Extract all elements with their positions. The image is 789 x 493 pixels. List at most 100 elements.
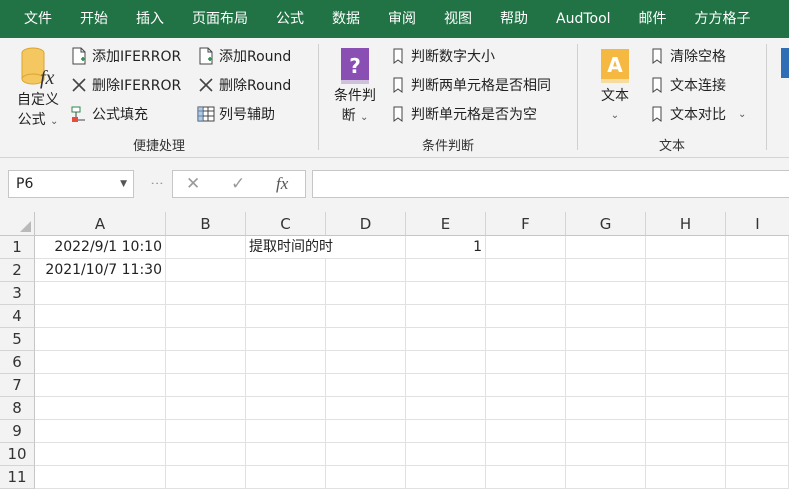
cell-a2[interactable]: 2021/10/7 11:30 xyxy=(35,259,166,282)
chevron-down-icon[interactable]: ⌄ xyxy=(738,109,746,120)
tab-fangfang-gezi[interactable]: 方方格子 xyxy=(681,0,765,38)
row-header-4[interactable]: 4 xyxy=(0,305,35,328)
cell-b8[interactable] xyxy=(166,397,246,420)
cell-b9[interactable] xyxy=(166,420,246,443)
cell-h6[interactable] xyxy=(646,351,726,374)
cell-e3[interactable] xyxy=(406,282,486,305)
row-header-7[interactable]: 7 xyxy=(0,374,35,397)
cell-b2[interactable] xyxy=(166,259,246,282)
cell-f5[interactable] xyxy=(486,328,566,351)
cell-g3[interactable] xyxy=(566,282,646,305)
name-box[interactable]: P6 ▼ xyxy=(8,170,134,198)
cell-c11[interactable] xyxy=(246,466,326,489)
column-header-b[interactable]: B xyxy=(166,212,246,236)
row-header-6[interactable]: 6 xyxy=(0,351,35,374)
cell-i10[interactable] xyxy=(726,443,789,466)
cell-f2[interactable] xyxy=(486,259,566,282)
cell-e7[interactable] xyxy=(406,374,486,397)
drag-handle-icon[interactable]: ⋮ xyxy=(149,177,164,189)
row-header-2[interactable]: 2 xyxy=(0,259,35,282)
cell-g2[interactable] xyxy=(566,259,646,282)
compare-two-cells-button[interactable]: 判断两单元格是否相同 xyxy=(389,73,551,97)
cell-e6[interactable] xyxy=(406,351,486,374)
column-header-a[interactable]: A xyxy=(35,212,166,236)
column-number-helper-button[interactable]: 列号辅助 xyxy=(197,102,275,126)
formula-fill-button[interactable]: 公式填充 xyxy=(70,102,148,126)
cell-f1[interactable] xyxy=(486,236,566,259)
cell-d1[interactable] xyxy=(326,236,406,259)
column-header-g[interactable]: G xyxy=(566,212,646,236)
tab-page-layout[interactable]: 页面布局 xyxy=(178,0,262,38)
cell-h4[interactable] xyxy=(646,305,726,328)
add-iferror-button[interactable]: 添加IFERROR xyxy=(70,44,181,68)
column-header-e[interactable]: E xyxy=(406,212,486,236)
column-header-c[interactable]: C xyxy=(246,212,326,236)
custom-formula-button[interactable]: fx 自定义 公式 ⌄ xyxy=(10,46,66,132)
cell-e2[interactable] xyxy=(406,259,486,282)
cell-h8[interactable] xyxy=(646,397,726,420)
cell-a4[interactable] xyxy=(35,305,166,328)
cell-g11[interactable] xyxy=(566,466,646,489)
cell-d9[interactable] xyxy=(326,420,406,443)
cell-b5[interactable] xyxy=(166,328,246,351)
tab-formulas[interactable]: 公式 xyxy=(262,0,318,38)
cell-g10[interactable] xyxy=(566,443,646,466)
tab-review[interactable]: 审阅 xyxy=(374,0,430,38)
cell-g5[interactable] xyxy=(566,328,646,351)
cell-f7[interactable] xyxy=(486,374,566,397)
cell-i8[interactable] xyxy=(726,397,789,420)
cell-d11[interactable] xyxy=(326,466,406,489)
cell-d8[interactable] xyxy=(326,397,406,420)
text-button[interactable]: A 文本 ⌄ xyxy=(588,46,642,126)
text-compare-button[interactable]: 文本对比 ⌄ xyxy=(648,102,746,126)
cell-e11[interactable] xyxy=(406,466,486,489)
cell-f8[interactable] xyxy=(486,397,566,420)
cell-f6[interactable] xyxy=(486,351,566,374)
cell-c10[interactable] xyxy=(246,443,326,466)
partial-ribbon-icon[interactable] xyxy=(781,48,789,78)
check-cell-empty-button[interactable]: 判断单元格是否为空 xyxy=(389,102,537,126)
row-header-3[interactable]: 3 xyxy=(0,282,35,305)
tab-file[interactable]: 文件 xyxy=(0,0,66,38)
cell-g8[interactable] xyxy=(566,397,646,420)
cell-a5[interactable] xyxy=(35,328,166,351)
cell-e8[interactable] xyxy=(406,397,486,420)
cell-d2[interactable] xyxy=(326,259,406,282)
row-header-9[interactable]: 9 xyxy=(0,420,35,443)
remove-round-button[interactable]: 删除Round xyxy=(197,73,291,97)
cell-f4[interactable] xyxy=(486,305,566,328)
cell-c7[interactable] xyxy=(246,374,326,397)
cell-d7[interactable] xyxy=(326,374,406,397)
cell-h1[interactable] xyxy=(646,236,726,259)
remove-iferror-button[interactable]: 删除IFERROR xyxy=(70,73,181,97)
cell-c2[interactable] xyxy=(246,259,326,282)
enter-check-icon[interactable]: ✓ xyxy=(231,174,245,194)
cell-a11[interactable] xyxy=(35,466,166,489)
cell-h10[interactable] xyxy=(646,443,726,466)
cell-i6[interactable] xyxy=(726,351,789,374)
cell-h2[interactable] xyxy=(646,259,726,282)
cell-c8[interactable] xyxy=(246,397,326,420)
cell-a8[interactable] xyxy=(35,397,166,420)
row-header-10[interactable]: 10 xyxy=(0,443,35,466)
insert-function-icon[interactable]: fx xyxy=(276,174,288,194)
cell-a3[interactable] xyxy=(35,282,166,305)
cell-a9[interactable] xyxy=(35,420,166,443)
cell-b4[interactable] xyxy=(166,305,246,328)
cell-h9[interactable] xyxy=(646,420,726,443)
cell-g6[interactable] xyxy=(566,351,646,374)
tab-mail[interactable]: 邮件 xyxy=(625,0,681,38)
cell-h3[interactable] xyxy=(646,282,726,305)
cell-c3[interactable] xyxy=(246,282,326,305)
cell-a1[interactable]: 2022/9/1 10:10 xyxy=(35,236,166,259)
tab-home[interactable]: 开始 xyxy=(66,0,122,38)
chevron-down-icon[interactable]: ▼ xyxy=(120,171,127,197)
cell-i5[interactable] xyxy=(726,328,789,351)
cell-i4[interactable] xyxy=(726,305,789,328)
text-concat-button[interactable]: 文本连接 xyxy=(648,73,726,97)
row-header-5[interactable]: 5 xyxy=(0,328,35,351)
cell-i7[interactable] xyxy=(726,374,789,397)
cell-b1[interactable] xyxy=(166,236,246,259)
cell-h11[interactable] xyxy=(646,466,726,489)
cell-c6[interactable] xyxy=(246,351,326,374)
